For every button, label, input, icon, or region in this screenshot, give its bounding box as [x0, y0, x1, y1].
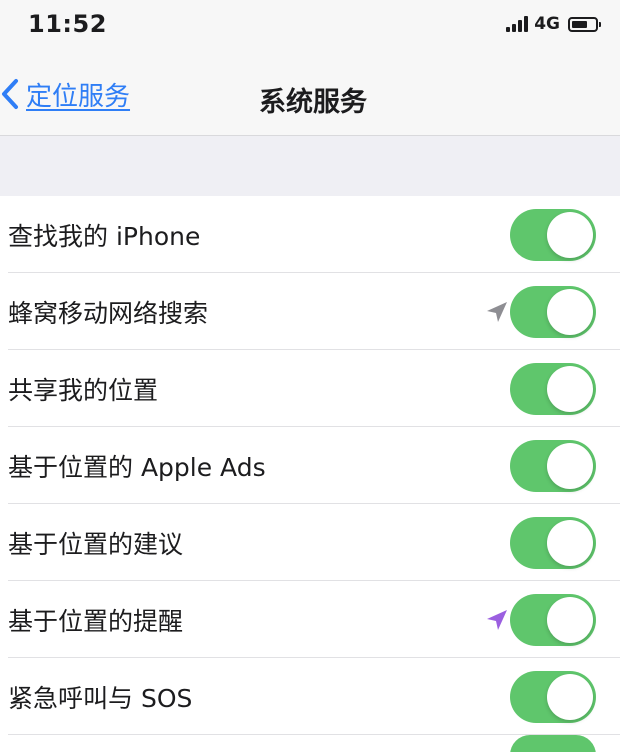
status-indicators: 4G: [506, 14, 601, 34]
system-services-list: 查找我的 iPhone 蜂窝移动网络搜索 共享我的位置基于位置的 Apple Ads…: [0, 196, 620, 752]
toggle-knob: [547, 365, 593, 412]
battery-level: [572, 20, 588, 28]
list-item-share-my-location: 共享我的位置: [0, 350, 620, 427]
list-item-label: 基于位置的建议: [8, 529, 184, 559]
toggle-knob: [547, 596, 593, 643]
location-arrow-gray-icon: [487, 301, 507, 322]
toggle-switch[interactable]: [510, 208, 596, 261]
list-item-location-based-alerts: 基于位置的提醒: [0, 581, 620, 658]
list-item-location-based-suggestions: 基于位置的建议: [0, 504, 620, 581]
page-title: 系统服务: [259, 87, 367, 118]
list-item-label: 基于位置的 Apple Ads: [8, 452, 266, 482]
location-arrow-purple-icon: [487, 609, 507, 630]
list-item-label: 基于位置的提醒: [8, 606, 184, 636]
toggle-knob: [547, 288, 593, 335]
list-item-label: 蜂窝移动网络搜索: [8, 298, 209, 328]
toggle-switch[interactable]: [510, 735, 596, 752]
list-item-location-based-apple-ads: 基于位置的 Apple Ads: [0, 427, 620, 504]
toggle-switch[interactable]: [510, 362, 596, 415]
toggle-switch[interactable]: [510, 516, 596, 569]
toggle-switch[interactable]: [510, 285, 596, 338]
list-item-find-my-iphone: 查找我的 iPhone: [0, 196, 620, 273]
toggle-switch[interactable]: [510, 670, 596, 723]
toggle-knob: [547, 211, 593, 258]
toggle-knob: [547, 442, 593, 489]
list-item-label: 共享我的位置: [8, 375, 159, 405]
network-type: 4G: [534, 14, 560, 34]
list-item-label: 查找我的 iPhone: [8, 221, 201, 251]
status-bar: 11:52 4G: [0, 0, 620, 52]
list-item-partial: [0, 735, 620, 752]
cellular-signal-icon: [506, 16, 529, 32]
list-item-emergency-calls-sos: 紧急呼叫与 SOS: [0, 658, 620, 735]
toggle-knob: [547, 519, 593, 566]
toggle-switch[interactable]: [510, 593, 596, 646]
navigation-bar: 定位服务 系统服务: [0, 52, 620, 136]
status-time: 11:52: [28, 10, 107, 38]
toggle-switch[interactable]: [510, 439, 596, 492]
toggle-knob: [547, 673, 593, 720]
list-item-cellular-network-search: 蜂窝移动网络搜索: [0, 273, 620, 350]
section-header-spacer: [0, 136, 620, 196]
battery-icon: [568, 16, 601, 32]
list-item-label: 紧急呼叫与 SOS: [8, 683, 193, 713]
